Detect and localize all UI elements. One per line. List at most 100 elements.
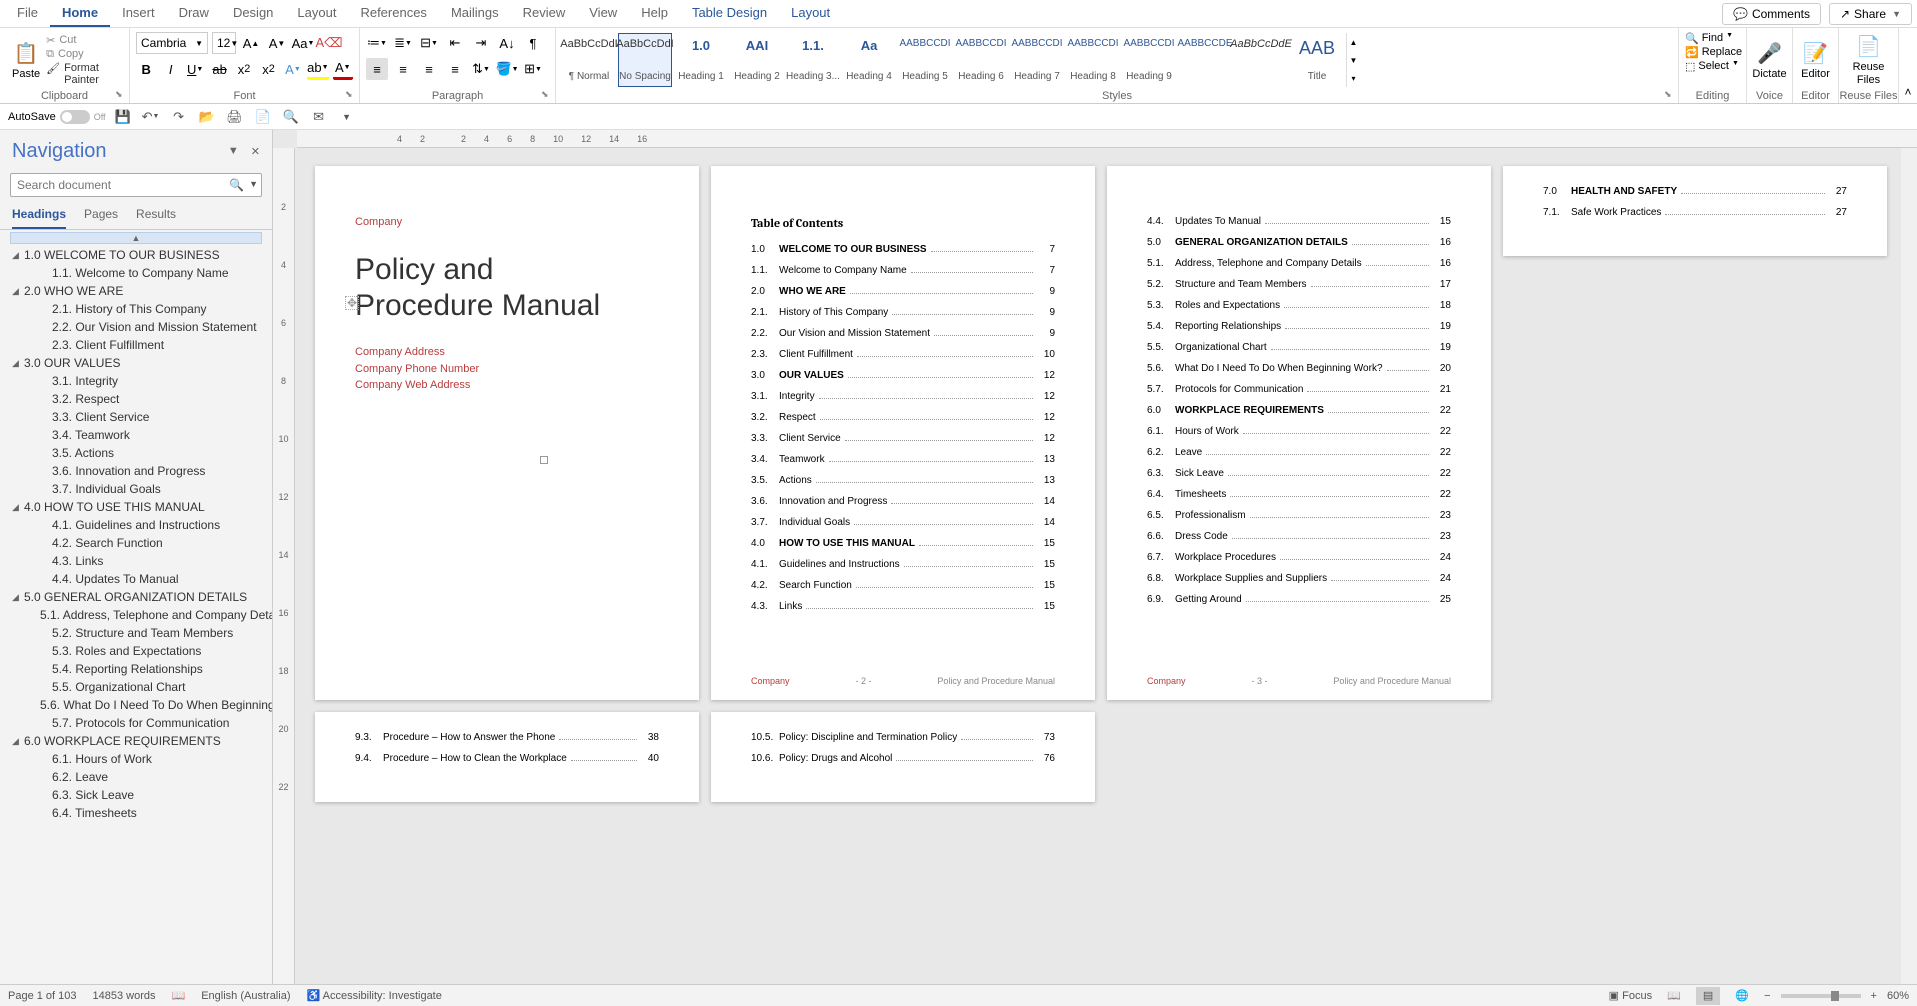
clear-format-button[interactable]: A⌫ [318,32,340,54]
style-expand[interactable]: ▾ [1347,69,1360,87]
collapse-ribbon-button[interactable]: ˄ [1899,28,1917,103]
style-heading-7[interactable]: AABBCCDIHeading 7 [1010,33,1064,87]
toc-entry[interactable]: 6.1.Hours of Work22 [1147,426,1451,437]
focus-button[interactable]: ▣ Focus [1609,989,1652,1002]
nav-menu-button[interactable]: ▼ [228,145,239,158]
tree-toggle-icon[interactable]: ◢ [12,592,24,603]
page-3[interactable]: 4.4.Updates To Manual155.0GENERAL ORGANI… [1107,166,1491,700]
tree-item[interactable]: 6.1. Hours of Work [0,750,272,768]
tree-item[interactable]: ◢1.0 WELCOME TO OUR BUSINESS [0,246,272,264]
shading-button[interactable]: 🪣▼ [496,58,518,80]
increase-indent-button[interactable]: ⇥ [470,32,492,54]
toc-entry[interactable]: 5.4.Reporting Relationships19 [1147,321,1451,332]
style-heading-1[interactable]: 1.0Heading 1 [674,33,728,87]
tree-item[interactable]: 6.4. Timesheets [0,804,272,822]
page-5[interactable]: 9.3.Procedure – How to Answer the Phone3… [315,712,699,802]
search-icon[interactable]: 🔍 [229,178,244,192]
tab-insert[interactable]: Insert [110,0,167,27]
tree-item[interactable]: 4.4. Updates To Manual [0,570,272,588]
paste-button[interactable]: 📋 Paste [6,30,46,90]
font-launcher[interactable]: ⬊ [345,89,357,101]
tab-file[interactable]: File [5,0,50,27]
toc-entry[interactable]: 3.6.Innovation and Progress14 [751,496,1055,507]
toc-entry[interactable]: 3.3.Client Service12 [751,433,1055,444]
tree-item[interactable]: 4.1. Guidelines and Instructions [0,516,272,534]
style-heading-9[interactable]: AABBCCDIHeading 9 [1122,33,1176,87]
style-heading-4[interactable]: AaHeading 4 [842,33,896,87]
toc-entry[interactable]: 4.2.Search Function15 [751,580,1055,591]
tree-item[interactable]: 3.1. Integrity [0,372,272,390]
toc-entry[interactable]: 4.1.Guidelines and Instructions15 [751,559,1055,570]
tree-item[interactable]: 3.5. Actions [0,444,272,462]
toc-entry[interactable]: 6.5.Professionalism23 [1147,510,1451,521]
toc-entry[interactable]: 6.0WORKPLACE REQUIREMENTS22 [1147,405,1451,416]
style-scroll-down[interactable]: ▼ [1347,51,1360,69]
style-heading-5[interactable]: AABBCCDIHeading 5 [898,33,952,87]
tree-item[interactable]: 3.6. Innovation and Progress [0,462,272,480]
status-a11y[interactable]: ♿ Accessibility: Investigate [306,989,441,1002]
toc-entry[interactable]: 5.0GENERAL ORGANIZATION DETAILS16 [1147,237,1451,248]
tree-item[interactable]: ◢2.0 WHO WE ARE [0,282,272,300]
nav-close-button[interactable]: ✕ [251,145,260,158]
toc-entry[interactable]: 2.0WHO WE ARE9 [751,286,1055,297]
tree-item[interactable]: 3.3. Client Service [0,408,272,426]
vertical-scrollbar[interactable] [1901,148,1917,984]
toc-entry[interactable]: 2.1.History of This Company9 [751,307,1055,318]
toc-entry[interactable]: 5.7.Protocols for Communication21 [1147,384,1451,395]
qat-email-button[interactable]: ✉ [308,106,330,128]
strike-button[interactable]: ab [209,58,229,80]
toc-entry[interactable]: 3.1.Integrity12 [751,391,1055,402]
tree-item[interactable]: 3.2. Respect [0,390,272,408]
tree-item[interactable]: ◢6.0 WORKPLACE REQUIREMENTS [0,732,272,750]
justify-button[interactable]: ≡ [444,58,466,80]
redo-button[interactable]: ↷ [168,106,190,128]
qat-customize-button[interactable]: ▼ [336,106,358,128]
nav-tree[interactable]: ◢1.0 WELCOME TO OUR BUSINESS1.1. Welcome… [0,244,272,984]
tree-item[interactable]: 5.5. Organizational Chart [0,678,272,696]
zoom-out-button[interactable]: − [1764,990,1770,1002]
style-heading-6[interactable]: AABBCCDIHeading 6 [954,33,1008,87]
tab-layout[interactable]: Layout [285,0,348,27]
style-no-spacing[interactable]: AaBbCcDdINo Spacing [618,33,672,87]
style--normal[interactable]: AaBbCcDdI¶ Normal [562,33,616,87]
vertical-ruler[interactable]: 246810121416182022 [273,148,295,984]
toc-entry[interactable]: 5.3.Roles and Expectations18 [1147,300,1451,311]
zoom-slider[interactable] [1781,994,1861,998]
toc-entry[interactable]: 2.3.Client Fulfillment10 [751,349,1055,360]
align-center-button[interactable]: ≡ [392,58,414,80]
toc-entry[interactable]: 6.3.Sick Leave22 [1147,468,1451,479]
line-spacing-button[interactable]: ⇅▼ [470,58,492,80]
style-heading-8[interactable]: AABBCCDIHeading 8 [1066,33,1120,87]
toc-entry[interactable]: 7.1.Safe Work Practices27 [1543,207,1847,218]
style-heading-3-[interactable]: 1.1.Heading 3... [786,33,840,87]
tree-item[interactable]: 3.4. Teamwork [0,426,272,444]
tab-table-design[interactable]: Table Design [680,0,779,27]
status-page[interactable]: Page 1 of 103 [8,990,77,1002]
qat-print-button[interactable]: 🖨 [224,106,246,128]
italic-button[interactable]: I [160,58,180,80]
comments-button[interactable]: 💬 Comments [1722,3,1821,25]
tree-item[interactable]: 3.7. Individual Goals [0,480,272,498]
toc-entry[interactable]: 5.6.What Do I Need To Do When Beginning … [1147,363,1451,374]
toc-entry[interactable]: 6.9.Getting Around25 [1147,594,1451,605]
toc-entry[interactable]: 7.0HEALTH AND SAFETY27 [1543,186,1847,197]
sort-button[interactable]: A↓ [496,32,518,54]
save-button[interactable]: 💾 [112,106,134,128]
format-painter-button[interactable]: 🖌Format Painter [46,62,123,86]
tree-item[interactable]: 2.2. Our Vision and Mission Statement [0,318,272,336]
toc-entry[interactable]: 6.7.Workplace Procedures24 [1147,552,1451,563]
horizontal-ruler[interactable]: 42246810121416 [297,130,1917,148]
nav-tab-headings[interactable]: Headings [12,207,66,229]
tree-item[interactable]: ◢3.0 OUR VALUES [0,354,272,372]
tree-item[interactable]: 4.3. Links [0,552,272,570]
page-2[interactable]: Table of Contents 1.0WELCOME TO OUR BUSI… [711,166,1095,700]
toc-entry[interactable]: 5.5.Organizational Chart19 [1147,342,1451,353]
tree-item[interactable]: 5.4. Reporting Relationships [0,660,272,678]
document-area[interactable]: 42246810121416 246810121416182022 ✥ Comp… [273,130,1917,984]
dictate-button[interactable]: 🎤 Dictate [1753,30,1786,90]
autosave-toggle[interactable]: AutoSave Off [8,110,106,124]
zoom-level[interactable]: 60% [1887,990,1909,1002]
subscript-button[interactable]: x2 [234,58,254,80]
toc-entry[interactable]: 9.4.Procedure – How to Clean the Workpla… [355,753,659,764]
bullets-button[interactable]: ≔▼ [366,32,388,54]
